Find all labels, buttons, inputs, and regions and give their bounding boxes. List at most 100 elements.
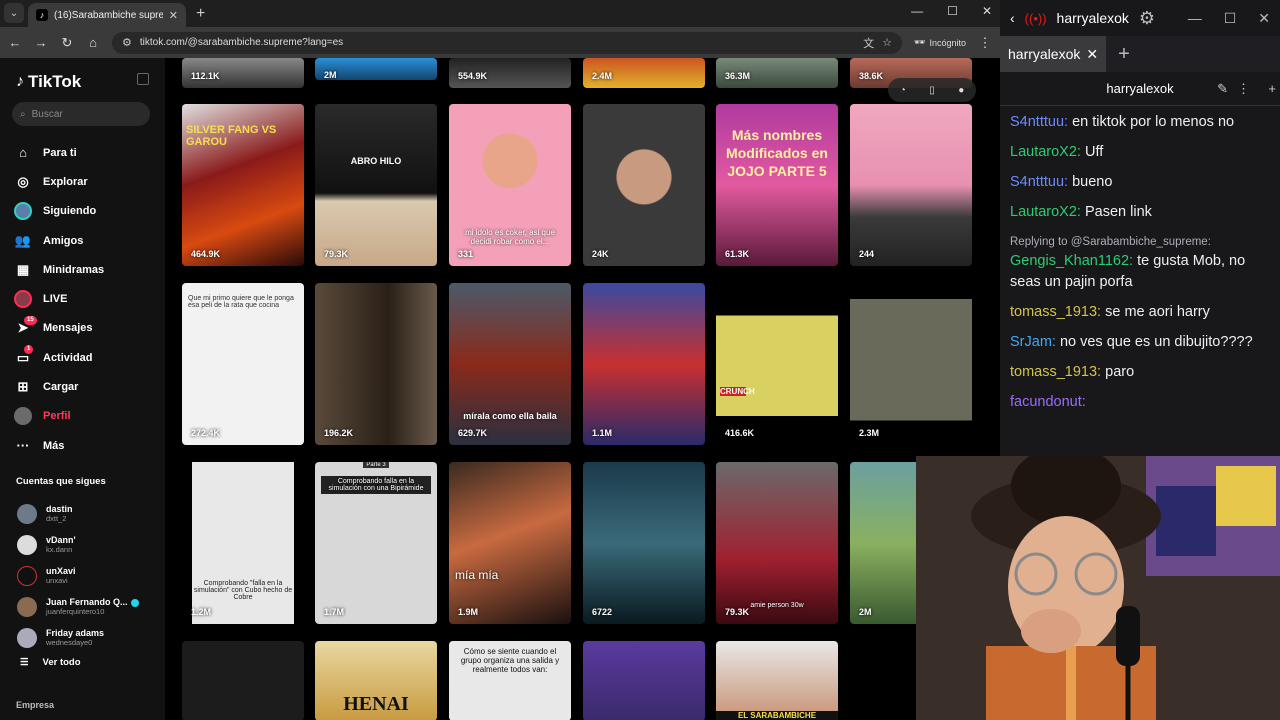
chat-message: SrJam: no ves que es un dibujito???? xyxy=(1010,334,1253,350)
webcam-overlay xyxy=(916,456,1280,720)
browser-menu-icon[interactable]: ⋮ xyxy=(978,35,992,51)
video-tile[interactable]: SILVER FANG VS GAROU 464.9K xyxy=(182,104,304,266)
video-tile[interactable]: mía mía 1.9M xyxy=(449,462,571,624)
minimize-icon[interactable]: — xyxy=(1188,10,1202,27)
add-tab-button[interactable]: + xyxy=(1118,43,1130,66)
nav-mas[interactable]: ··· Más xyxy=(14,431,164,460)
incognito-indicator[interactable]: 🕶 Incógnito xyxy=(914,37,966,48)
home-icon[interactable]: ⌂ xyxy=(86,35,100,50)
site-info-icon[interactable]: ⚙ xyxy=(122,36,132,49)
close-window-icon[interactable]: ✕ xyxy=(982,4,992,18)
maximize-icon[interactable]: ☐ xyxy=(1224,10,1237,27)
video-tile[interactable]: 2.3M xyxy=(850,283,972,445)
following-item[interactable]: unXavi unxavi xyxy=(17,560,162,591)
nav-amigos[interactable]: 👥 Amigos xyxy=(14,226,164,255)
following-item[interactable]: Friday adams wednesdaye0 xyxy=(17,622,162,653)
tab-bar: ⌄ ♪ (16)Sarabambiche supreme (@ ✕ + — ☐ … xyxy=(0,0,1000,27)
video-tile[interactable]: mírala como ella baila 629.7K xyxy=(449,283,571,445)
close-window-icon[interactable]: ✕ xyxy=(1258,10,1270,27)
forward-icon[interactable]: → xyxy=(34,35,48,50)
video-tile[interactable]: Comprobando "falla en la simulación" con… xyxy=(182,462,304,624)
video-tile[interactable]: ABRO HILO 79.3K xyxy=(315,104,437,266)
view-count: 2M xyxy=(859,607,872,617)
video-tile[interactable] xyxy=(583,641,705,720)
browser-tab[interactable]: ♪ (16)Sarabambiche supreme (@ ✕ xyxy=(28,3,186,27)
video-tile[interactable]: 36.3M xyxy=(716,58,838,88)
video-tile[interactable]: Cómo se siente cuando el grupo organiza … xyxy=(449,641,571,720)
video-caption: Comprobando "falla en la simulación" con… xyxy=(193,580,293,601)
avatar xyxy=(17,534,37,555)
following-item[interactable]: Juan Fernando Q... juanferquintero10 xyxy=(17,591,162,622)
nav-para-ti[interactable]: ⌂ Para ti xyxy=(14,138,164,167)
video-tile[interactable]: Parte 3 Comprobando falla en la simulaci… xyxy=(315,462,437,624)
profile-avatar-icon xyxy=(14,407,32,426)
collapse-sidebar-icon[interactable] xyxy=(137,73,149,85)
video-tile[interactable]: 112.1K xyxy=(182,58,304,88)
video-tile[interactable]: 2.4M xyxy=(583,58,705,88)
video-tile[interactable]: 24K xyxy=(583,104,705,266)
nav-cargar[interactable]: ⊞ Cargar xyxy=(14,372,164,401)
video-tile[interactable]: amie person 30w 79.3K xyxy=(716,462,838,624)
see-all-link[interactable]: ☰ Ver todo xyxy=(20,657,81,668)
video-tile[interactable]: 554.9K xyxy=(449,58,571,88)
chat-tab[interactable]: harryalexok ✕ xyxy=(1000,36,1107,72)
view-count: 79.3K xyxy=(725,607,750,617)
phone-icon[interactable]: ▯ xyxy=(929,85,935,96)
following-item[interactable]: vDann' kx.dann xyxy=(17,529,162,560)
maximize-icon[interactable]: ☐ xyxy=(947,4,958,18)
video-tile[interactable]: mi idolo es coker, asi que decidi robar … xyxy=(449,104,571,266)
video-tile[interactable]: EL SARABAMBICHE xyxy=(716,641,838,720)
video-tile[interactable] xyxy=(182,641,304,720)
following-item[interactable]: dastin dxtt_2 xyxy=(17,498,162,529)
video-tile[interactable]: HENAI xyxy=(315,641,437,720)
chevron-left-icon[interactable]: ‹ xyxy=(1010,10,1015,26)
gear-icon[interactable]: ⚙ xyxy=(1139,8,1155,29)
video-tile[interactable]: Más nombres Modificados en JOJO PARTE 5 … xyxy=(716,104,838,266)
nav-minidramas[interactable]: ▦ Minidramas xyxy=(14,255,164,284)
following-avatar-icon xyxy=(14,202,32,221)
address-bar[interactable]: ⚙ tiktok.com/@sarabambiche.supreme?lang=… xyxy=(112,31,903,54)
video-tile[interactable]: Que mi primo quiere que le ponga esa pel… xyxy=(182,283,304,445)
nav-actividad[interactable]: ▭ 1 Actividad xyxy=(14,343,164,372)
tiktok-logo[interactable]: ♪ TikTok xyxy=(16,72,81,92)
close-tab-icon[interactable]: ✕ xyxy=(1086,46,1098,63)
nav-mensajes[interactable]: ➤ 15 Mensajes xyxy=(14,314,164,343)
avatar-icon[interactable]: ● xyxy=(958,85,964,96)
avatar xyxy=(17,627,37,648)
video-tile[interactable]: CRUNCH 416.6K xyxy=(716,283,838,445)
nav-explorar[interactable]: ◎ Explorar xyxy=(14,167,164,196)
tab-search-button[interactable]: ⌄ xyxy=(4,3,24,23)
part-label: Parte 3 xyxy=(363,462,389,468)
search-input[interactable]: ⌕ Buscar xyxy=(12,102,150,126)
video-tile[interactable]: 2M xyxy=(315,58,437,80)
view-count: 61.3K xyxy=(725,249,750,259)
chat-message: S4ntttuu: en tiktok por lo menos no xyxy=(1010,114,1235,130)
view-count: 629.7K xyxy=(458,428,488,438)
chat-titlebar: ‹ ((•)) harryalexok ⚙ — ☐ ✕ xyxy=(1000,0,1280,36)
browser-chrome: ⌄ ♪ (16)Sarabambiche supreme (@ ✕ + — ☐ … xyxy=(0,0,1000,58)
video-tile[interactable]: 196.2K xyxy=(315,283,437,445)
footer-company-link[interactable]: Empresa xyxy=(16,700,54,710)
brush-icon[interactable]: ✎ xyxy=(1217,81,1228,97)
minimize-icon[interactable]: — xyxy=(911,4,923,18)
video-tile[interactable]: 6722 xyxy=(583,462,705,624)
new-tab-button[interactable]: + xyxy=(196,5,205,23)
more-vertical-icon[interactable]: ⋮ xyxy=(1237,81,1250,97)
video-tile[interactable]: 244 xyxy=(850,104,972,266)
bookmark-star-icon[interactable]: ☆ xyxy=(882,36,892,49)
url-text: tiktok.com/@sarabambiche.supreme?lang=es xyxy=(139,37,344,48)
add-split-icon[interactable]: + xyxy=(1268,81,1276,96)
nav-siguiendo[interactable]: Siguiendo xyxy=(14,197,164,226)
reload-icon[interactable]: ↻ xyxy=(60,35,74,51)
video-tile[interactable]: 1.1M xyxy=(583,283,705,445)
chat-message: S4ntttuu: bueno xyxy=(1010,174,1113,190)
reply-context[interactable]: Replying to @Sarabambiche_supreme: xyxy=(1010,232,1270,253)
live-broadcast-icon: ((•)) xyxy=(1024,10,1047,26)
translate-icon[interactable]: 文 xyxy=(863,35,874,51)
back-icon[interactable]: ← xyxy=(8,35,22,50)
nav-perfil[interactable]: Perfil xyxy=(14,402,164,431)
nav-live[interactable]: LIVE xyxy=(14,284,164,313)
close-tab-icon[interactable]: ✕ xyxy=(169,9,178,22)
speed-icon[interactable]: ◔ xyxy=(900,85,906,96)
view-count: 196.2K xyxy=(324,428,354,438)
